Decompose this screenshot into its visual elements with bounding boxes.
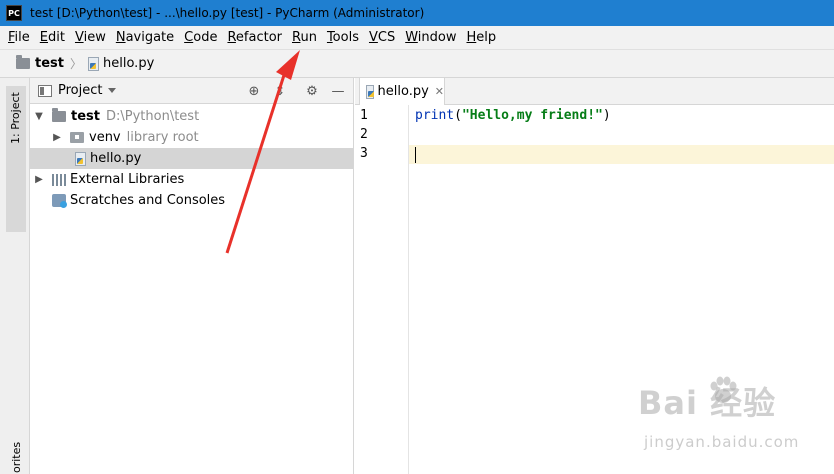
tree-item-label: Scratches and Consoles: [70, 193, 226, 208]
tree-item-path: D:\Python\test: [105, 109, 200, 124]
tree-item-label: venv: [89, 130, 121, 145]
tree-item-label: hello.py: [90, 151, 142, 166]
tree-item-scratches[interactable]: Scratches and Consoles: [30, 190, 353, 211]
code-paren: ): [602, 108, 611, 123]
project-panel: Project ⊕ ⇕ ⚙ — ▼ test D:\Python\test ▶ …: [30, 78, 354, 474]
breadcrumb-project[interactable]: test: [35, 56, 64, 71]
menu-view[interactable]: View: [75, 30, 106, 45]
menu-label: dit: [48, 30, 65, 45]
menu-vcs[interactable]: VCS: [369, 30, 395, 45]
locate-target-icon[interactable]: ⊕: [246, 83, 262, 99]
menu-mnemonic: V: [368, 30, 378, 45]
library-folder-icon: [70, 132, 84, 143]
project-panel-header: Project ⊕ ⇕ ⚙ —: [30, 78, 353, 104]
menu-label: CS: [377, 30, 396, 45]
python-file-icon: [75, 151, 86, 166]
menu-mnemonic: V: [74, 30, 84, 45]
menu-label: un: [300, 30, 317, 45]
tab-hello-py[interactable]: hello.py ✕: [359, 78, 445, 105]
tree-item-note: library root: [126, 130, 199, 145]
window-title: test [D:\Python\test] - ...\hello.py [te…: [30, 6, 425, 20]
project-tool-tab[interactable]: 1: Project: [6, 86, 26, 232]
menu-mnemonic: C: [184, 30, 194, 45]
line-number: 3: [360, 146, 368, 161]
menu-file[interactable]: File: [8, 30, 30, 45]
hide-panel-icon[interactable]: —: [330, 83, 346, 99]
menu-navigate[interactable]: Navigate: [116, 30, 174, 45]
editor-tab-bar: hello.py ✕: [355, 78, 834, 105]
close-icon[interactable]: ✕: [435, 85, 444, 98]
current-line-highlight: [355, 145, 834, 164]
libraries-icon: [52, 173, 66, 186]
chevron-right-icon[interactable]: ▶: [32, 174, 46, 185]
line-number: 1: [360, 108, 368, 123]
menu-run[interactable]: Run: [292, 30, 317, 45]
folder-icon: [16, 55, 30, 69]
tree-item-external-libraries[interactable]: ▶ External Libraries: [30, 169, 353, 190]
folder-icon: [52, 108, 66, 122]
project-view-icon: [38, 84, 52, 97]
menu-label: ile: [14, 30, 30, 45]
menu-label: ools: [332, 30, 359, 45]
code-area[interactable]: print("Hello,my friend!"): [415, 108, 611, 123]
baidu-watermark: Bai 经验 jingyan.baidu.com: [638, 376, 828, 468]
tab-label: hello.py: [377, 84, 429, 99]
menu-mnemonic: R: [227, 30, 236, 45]
menu-window[interactable]: Window: [405, 30, 456, 45]
title-bar: PC test [D:\Python\test] - ...\hello.py …: [0, 0, 834, 26]
code-string: "Hello,my friend!": [461, 108, 603, 123]
menu-code[interactable]: Code: [184, 30, 217, 45]
project-tree: ▼ test D:\Python\test ▶ venv library roo…: [30, 104, 353, 211]
watermark-url: jingyan.baidu.com: [644, 433, 800, 451]
menu-mnemonic: W: [405, 30, 418, 45]
project-tool-tab-label: 1: Project: [9, 92, 22, 144]
pycharm-logo-icon: PC: [6, 5, 22, 21]
menu-label: iew: [83, 30, 106, 45]
favorites-tool-tab[interactable]: orites: [10, 442, 23, 473]
menu-label: indow: [417, 30, 457, 45]
menu-label: efactor: [235, 30, 282, 45]
tree-item-test[interactable]: ▼ test D:\Python\test: [30, 106, 353, 127]
menu-label: avigate: [125, 30, 175, 45]
menu-mnemonic: N: [115, 30, 126, 45]
gear-icon[interactable]: ⚙: [304, 83, 320, 99]
menu-edit[interactable]: Edit: [40, 30, 65, 45]
menu-label: elp: [476, 30, 497, 45]
collapse-all-icon[interactable]: ⇕: [272, 83, 288, 99]
chevron-right-icon[interactable]: ▶: [50, 132, 64, 143]
menu-help[interactable]: Help: [467, 30, 497, 45]
tree-item-label: External Libraries: [70, 172, 185, 187]
chevron-down-icon[interactable]: ▼: [32, 111, 46, 122]
chevron-down-icon[interactable]: [108, 88, 117, 93]
tree-item-venv[interactable]: ▶ venv library root: [30, 127, 353, 148]
project-panel-title[interactable]: Project: [58, 83, 102, 98]
breadcrumb: test 〉 hello.py: [0, 50, 834, 78]
line-number-gutter: 1 2 3: [355, 105, 409, 474]
menu-mnemonic: E: [39, 30, 48, 45]
code-function: print: [415, 108, 455, 123]
text-caret: [415, 147, 416, 163]
menu-label: ode: [193, 30, 218, 45]
menu-tools[interactable]: Tools: [327, 30, 359, 45]
scratches-icon: [52, 194, 67, 208]
left-tool-strip: 1: Project orites: [0, 78, 30, 474]
paw-icon: [710, 376, 737, 403]
code-paren: (: [454, 108, 462, 123]
breadcrumb-file[interactable]: hello.py: [103, 56, 154, 71]
python-file-icon: [88, 56, 99, 71]
menu-bar: File Edit View Navigate Code Refactor Ru…: [0, 26, 834, 50]
tree-item-hello-py[interactable]: hello.py: [30, 148, 353, 169]
chevron-right-icon: 〉: [69, 57, 82, 71]
tree-item-label: test: [71, 109, 100, 124]
menu-refactor[interactable]: Refactor: [227, 30, 282, 45]
line-number: 2: [360, 127, 368, 142]
python-file-icon: [366, 84, 374, 99]
menu-mnemonic: H: [466, 30, 477, 45]
